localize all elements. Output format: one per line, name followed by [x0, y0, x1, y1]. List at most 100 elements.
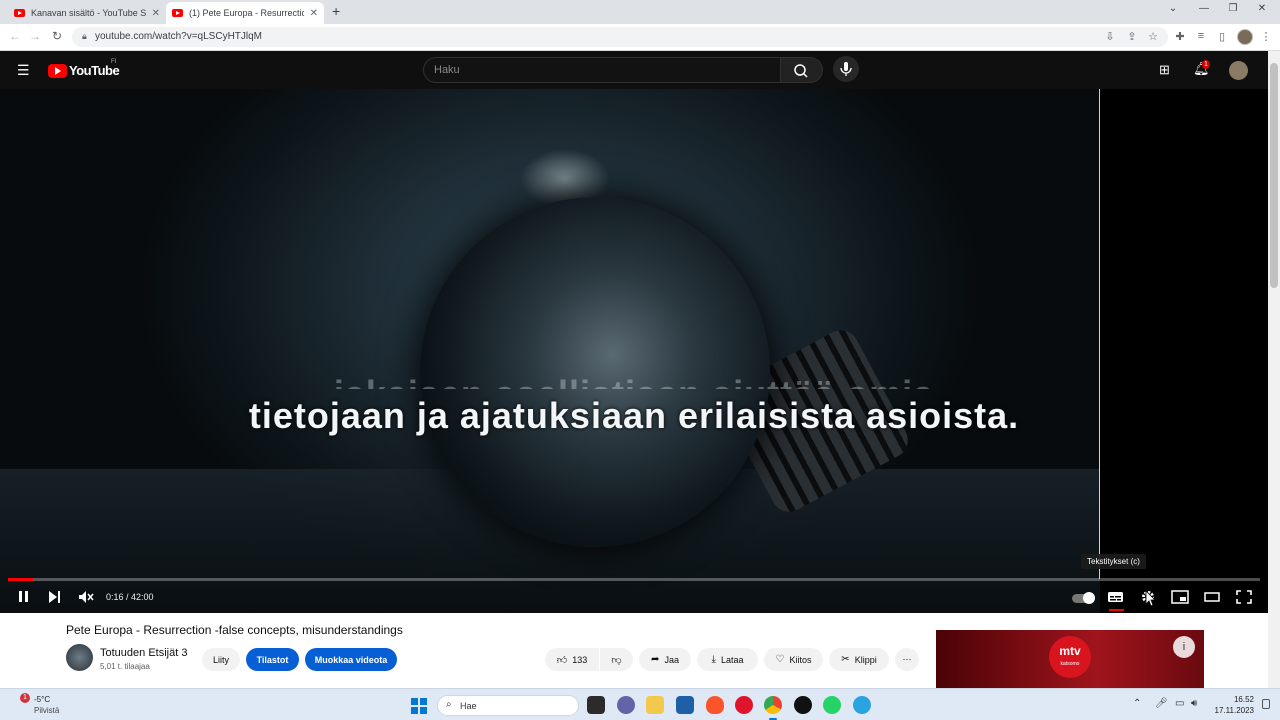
extensions-icon[interactable]: ✚ [1173, 30, 1187, 43]
taskbar-search-text: Hae [460, 701, 477, 711]
install-app-icon[interactable]: ⇩ [1103, 30, 1117, 43]
task-view-icon[interactable] [587, 696, 605, 714]
fullscreen-button[interactable] [1234, 589, 1254, 608]
subscriber-count: 5,01 t. tilaajaa [100, 662, 150, 671]
chrome-menu-icon[interactable]: ⋮ [1259, 30, 1273, 43]
progress-bar[interactable] [8, 578, 1260, 581]
analytics-button[interactable]: Tilastot [246, 648, 299, 671]
lock-icon: 🔒︎ [82, 31, 87, 41]
url-text[interactable]: youtube.com/watch?v=qLSCyHTJlqM [95, 31, 262, 42]
video-player[interactable]: jakaisen asellistiaan ajuttää omia tieto… [0, 89, 1268, 613]
profile-avatar[interactable] [1237, 29, 1253, 45]
pause-button[interactable] [14, 589, 34, 608]
whatsapp-icon[interactable] [823, 696, 841, 714]
reading-list-icon[interactable]: ≡ [1194, 30, 1208, 42]
dislike-button[interactable]: 👎︎ [600, 648, 633, 671]
search-icon [794, 64, 808, 78]
mouse-cursor-icon [1144, 589, 1156, 613]
edit-video-button[interactable]: Muokkaa videota [305, 648, 397, 671]
create-video-icon[interactable]: ⊞ [1159, 62, 1170, 78]
clip-label: Klippi [854, 654, 877, 665]
ad-info-icon[interactable]: i [1173, 636, 1195, 658]
taskbar-clock[interactable]: 16.52 17.11.2023 [1206, 694, 1254, 716]
browser-toolbar: ← → ↻ 🔒︎ youtube.com/watch?v=qLSCyHTJlqM… [0, 24, 1280, 51]
tiktok-icon[interactable] [794, 696, 812, 714]
tab-youtube-studio[interactable]: Kanavan sisältö - YouTube Studio ✕ [8, 2, 166, 24]
close-tab-icon[interactable]: ✕ [310, 8, 318, 19]
back-arrow-icon[interactable]: ← [7, 29, 23, 43]
file-explorer-icon[interactable] [646, 696, 664, 714]
more-actions-button[interactable]: ⋯ [895, 648, 919, 671]
network-icon[interactable]: ▭ [1175, 698, 1184, 709]
youtube-play-logo-icon [48, 63, 67, 78]
theater-mode-button[interactable] [1202, 589, 1222, 608]
youtube-logo[interactable]: YouTube FI [48, 59, 120, 78]
windows-taskbar: 1 -5°C Pilvistä ⌕ Hae ⌃ 🎤︎ ▭ 🔊︎ 16.52 17… [0, 688, 1280, 720]
video-frame [0, 89, 1100, 613]
next-video-button[interactable] [45, 589, 65, 608]
clock-date: 17.11.2023 [1214, 706, 1254, 715]
volume-icon[interactable]: 🔊︎ [1191, 698, 1197, 709]
thanks-button[interactable]: ♡ Kiitos [764, 648, 823, 671]
minimize-button[interactable]: — [1193, 3, 1215, 14]
miniplayer-button[interactable] [1170, 589, 1190, 608]
channel-avatar[interactable] [66, 644, 93, 671]
ad-banner[interactable]: mtv katsomo i [936, 630, 1204, 688]
account-avatar[interactable] [1229, 61, 1248, 80]
microphone-icon [840, 62, 852, 76]
windows-start-button[interactable] [411, 698, 427, 714]
like-button[interactable]: 👍︎ 133 [545, 648, 599, 671]
channel-name[interactable]: Totuuden Etsijät 3 [100, 647, 187, 659]
youtube-favicon-icon [172, 9, 183, 17]
notification-count-badge: 1 [1202, 60, 1210, 69]
video-details: Pete Europa - Resurrection -false concep… [0, 613, 1268, 688]
close-window-button[interactable]: ✕ [1251, 3, 1273, 14]
share-arrow-icon: ➦ [651, 654, 660, 665]
side-panel-icon[interactable]: ▯ [1215, 30, 1229, 43]
theater-mode-icon [1204, 592, 1220, 602]
join-button[interactable]: Liity [202, 648, 240, 671]
mute-button[interactable] [76, 589, 96, 608]
autoplay-toggle[interactable] [1072, 592, 1095, 604]
bookmark-star-icon[interactable]: ☆ [1146, 30, 1160, 43]
page-scrollbar[interactable] [1268, 51, 1280, 688]
taskbar-search[interactable]: ⌕ Hae [437, 695, 579, 716]
show-hidden-icons-icon[interactable]: ⌃ [1133, 698, 1141, 709]
download-label: Lataa [720, 654, 744, 665]
browser-tab-strip: Kanavan sisältö - YouTube Studio ✕ (1) P… [0, 0, 1280, 24]
forward-arrow-icon[interactable]: → [27, 29, 43, 43]
restore-button[interactable]: ❐ [1222, 3, 1244, 14]
clock-time: 16.52 [1233, 695, 1254, 704]
new-tab-button[interactable]: + [332, 3, 340, 19]
share-icon[interactable]: ⇪ [1125, 30, 1139, 43]
search-input[interactable] [424, 58, 780, 82]
hamburger-menu-icon[interactable]: ☰ [17, 62, 30, 79]
notification-center-icon[interactable] [1262, 699, 1270, 709]
muted-speaker-icon [79, 591, 94, 603]
reload-icon[interactable]: ↻ [49, 29, 65, 43]
subtitles-button[interactable] [1106, 589, 1126, 608]
opera-browser-icon[interactable] [735, 696, 753, 714]
search-box [423, 57, 781, 83]
share-button[interactable]: ➦ Jaa [639, 648, 691, 671]
store-icon[interactable] [676, 696, 694, 714]
search-button[interactable] [781, 57, 823, 83]
weather-condition: Pilvistä [34, 706, 60, 715]
address-bar[interactable]: 🔒︎ youtube.com/watch?v=qLSCyHTJlqM [72, 27, 1168, 47]
clip-button[interactable]: ✂ Klippi [829, 648, 889, 671]
tab-search-icon[interactable]: ⌄ [1162, 3, 1184, 14]
download-button[interactable]: ⤓ Lataa [697, 648, 758, 671]
scrollbar-thumb[interactable] [1270, 63, 1278, 288]
chrome-browser-icon[interactable] [764, 696, 782, 720]
close-tab-icon[interactable]: ✕ [152, 8, 160, 19]
tab-current-video[interactable]: (1) Pete Europa - Resurrection -false co… [166, 2, 324, 24]
chat-icon[interactable] [617, 696, 635, 714]
telegram-icon[interactable] [853, 696, 871, 714]
progress-played [8, 578, 34, 581]
captions-tooltip: Tekstitykset (c) [1081, 554, 1146, 569]
miniplayer-icon [1171, 590, 1189, 604]
earth-lightbulb-graphic [420, 197, 770, 547]
brave-browser-icon[interactable] [706, 696, 724, 714]
tray-microphone-icon[interactable]: 🎤︎ [1155, 698, 1168, 709]
voice-search-button[interactable] [833, 56, 859, 82]
